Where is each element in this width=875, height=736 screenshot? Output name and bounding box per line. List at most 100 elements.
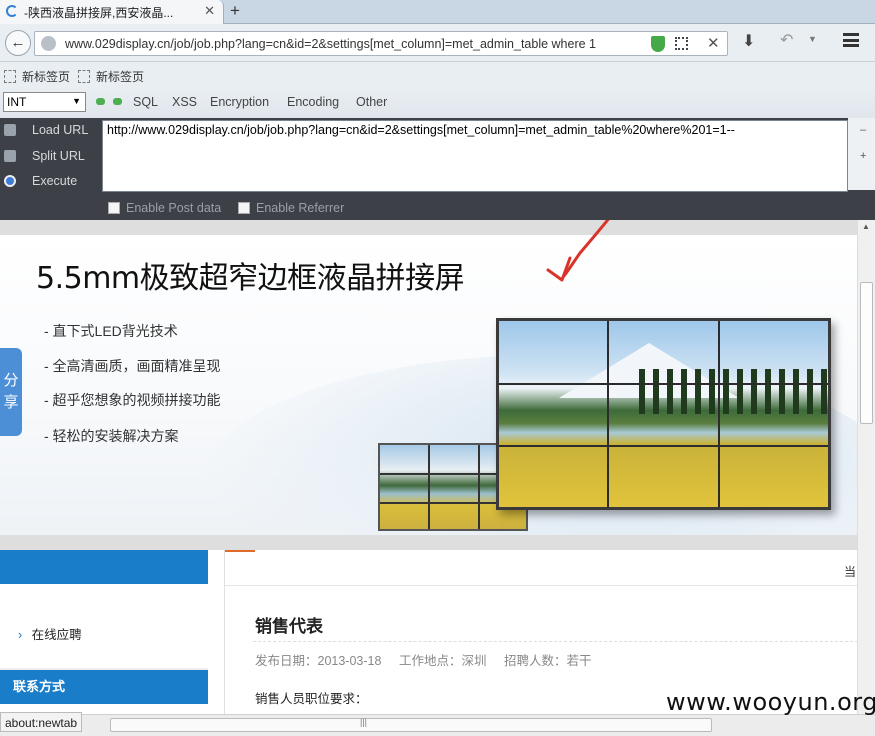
horizontal-scrollbar[interactable]: ||| <box>0 714 875 736</box>
referrer-label: Enable Referrer <box>256 201 345 215</box>
page-icon <box>78 70 90 83</box>
sidebar-item-label: 在线应聘 <box>31 628 82 642</box>
video-wall-image <box>496 318 831 510</box>
sidebar-panel: › 在线应聘 <box>0 584 208 668</box>
bookmark-item[interactable]: 新标签页 <box>4 68 70 85</box>
tab-title: -陕西液晶拼接屏,西安液晶... <box>24 5 174 20</box>
chevron-down-icon[interactable]: ▼ <box>808 34 817 44</box>
page-viewport: 5.5mm极致超窄边框液晶拼接屏 - 直下式LED背光技术 - 全高清画质，画面… <box>0 220 857 714</box>
bezel-line <box>478 445 480 529</box>
hero-banner: 5.5mm极致超窄边框液晶拼接屏 - 直下式LED背光技术 - 全高清画质，画面… <box>0 235 857 535</box>
url-text[interactable]: www.029display.cn/job/job.php?lang=cn&id… <box>65 37 631 51</box>
tab-accent <box>225 550 255 552</box>
play-icon <box>4 175 16 187</box>
bezel-line <box>428 445 430 529</box>
download-icon[interactable]: ⬇ <box>742 31 755 51</box>
load-url-label: Load URL <box>32 123 89 137</box>
load-icon <box>4 124 16 136</box>
banner-title: 5.5mm极致超窄边框液晶拼接屏 <box>36 261 465 296</box>
menu-icon[interactable] <box>843 33 859 47</box>
page-icon <box>4 70 16 83</box>
shield-icon[interactable] <box>651 36 665 52</box>
post-data-checkbox[interactable]: Enable Post data <box>108 201 221 215</box>
bookmark-label: 新标签页 <box>96 70 145 84</box>
vertical-scrollbar[interactable]: ▲ <box>857 220 875 714</box>
left-sidebar: › 在线应聘 联系方式 <box>0 550 208 714</box>
split-url-label: Split URL <box>32 149 85 163</box>
tab-active[interactable]: -陕西液晶拼接屏,西安液晶... ✕ <box>0 0 224 24</box>
menu-sql[interactable]: SQL <box>133 95 158 109</box>
status-bar: about:newtab <box>0 712 83 732</box>
hackbar-panel: INT ▼ SQL XSS Encryption Encoding Other … <box>0 88 875 220</box>
banner-bullet: - 全高清画质，画面精准呈现 <box>44 358 221 374</box>
type-select[interactable]: INT ▼ <box>3 92 86 112</box>
bezel-line <box>499 383 828 385</box>
hackbar-url-textarea[interactable]: http://www.029display.cn/job/job.php?lan… <box>102 120 848 192</box>
back-button[interactable]: ← <box>5 30 31 56</box>
share-label-1: 分 <box>3 372 19 389</box>
menu-other[interactable]: Other <box>356 95 387 109</box>
post-data-label: Enable Post data <box>126 201 222 215</box>
hackbar-toolbar: INT ▼ SQL XSS Encryption Encoding Other <box>0 88 875 118</box>
page-title: 销售代表 <box>255 617 323 637</box>
job-meta: 发布日期：2013-03-18 工作地点：深圳 招聘人数：若干 <box>255 650 605 669</box>
referrer-checkbox[interactable]: Enable Referrer <box>238 201 344 215</box>
trees-shape <box>639 369 829 414</box>
execute-button[interactable]: Execute <box>0 169 102 193</box>
globe-icon <box>41 36 56 51</box>
content-tabline: 当 <box>225 550 857 586</box>
requirements-heading: 销售人员职位要求： <box>255 692 368 706</box>
bookmark-item[interactable]: 新标签页 <box>78 68 144 85</box>
qr-code-icon[interactable] <box>675 37 688 50</box>
minus-icon[interactable]: – <box>860 124 866 136</box>
banner-bullet: - 轻松的安装解决方案 <box>44 428 179 444</box>
sidebar-item-apply[interactable]: › 在线应聘 <box>18 624 82 643</box>
page-top-strip <box>0 220 857 235</box>
scroll-up-icon[interactable]: ▲ <box>862 222 870 231</box>
checkbox-icon <box>108 202 120 214</box>
new-tab-button[interactable]: + <box>230 1 240 21</box>
share-button[interactable]: 分 享 <box>0 348 22 436</box>
menu-encoding[interactable]: Encoding <box>287 95 339 109</box>
split-url-button[interactable]: Split URL <box>0 144 102 168</box>
checkbox-icon <box>238 202 250 214</box>
undo-icon[interactable]: ↶ <box>780 30 793 50</box>
bezel-line <box>499 445 828 447</box>
share-label-2: 享 <box>3 394 19 411</box>
bookmarks-bar: 新标签页 新标签页 <box>0 62 875 88</box>
chevron-down-icon: ▼ <box>72 96 81 106</box>
watermark: www.wooyun.org <box>666 688 875 716</box>
scrollbar-thumb[interactable] <box>110 718 712 732</box>
loading-spinner-icon <box>6 5 18 17</box>
increase-icon[interactable] <box>113 98 122 105</box>
breadcrumb: 当 <box>843 565 856 579</box>
bezel-line <box>718 321 720 507</box>
url-bar[interactable]: www.029display.cn/job/job.php?lang=cn&id… <box>34 31 728 56</box>
banner-bullet: - 直下式LED背光技术 <box>44 323 178 339</box>
scissors-icon <box>4 150 16 162</box>
tab-strip: -陕西液晶拼接屏,西安液晶... ✕ + <box>0 0 875 24</box>
navigation-bar: ← www.029display.cn/job/job.php?lang=cn&… <box>0 24 875 62</box>
banner-bullet: - 超乎您想象的视频拼接功能 <box>44 392 221 408</box>
type-select-value: INT <box>7 95 27 109</box>
menu-encryption[interactable]: Encryption <box>210 95 269 109</box>
publish-date: 发布日期：2013-03-18 <box>255 654 382 668</box>
load-url-button[interactable]: Load URL <box>0 118 102 142</box>
menu-xss[interactable]: XSS <box>172 95 197 109</box>
hackbar-actions: Load URL Split URL Execute <box>0 118 102 220</box>
plus-icon[interactable]: + <box>860 150 866 162</box>
contact-header: 联系方式 <box>0 670 208 704</box>
bezel-line <box>607 321 609 507</box>
title-divider <box>253 641 857 642</box>
chevron-right-icon: › <box>18 628 23 642</box>
execute-label: Execute <box>32 174 78 188</box>
bookmark-label: 新标签页 <box>22 70 71 84</box>
clear-url-icon[interactable]: ✕ <box>707 34 720 52</box>
scrollbar-thumb[interactable] <box>860 282 873 424</box>
hire-count: 招聘人数：若干 <box>503 654 592 668</box>
close-tab-icon[interactable]: ✕ <box>204 3 215 19</box>
red-arrow-annotation <box>546 220 610 282</box>
sidebar-header <box>0 550 208 584</box>
hackbar-side-controls: – + <box>848 118 875 190</box>
decrease-icon[interactable] <box>96 98 105 105</box>
